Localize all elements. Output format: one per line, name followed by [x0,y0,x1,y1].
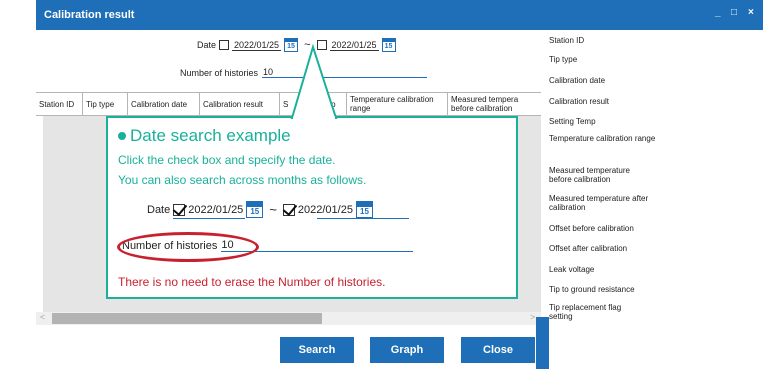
callout-pointer [290,43,338,120]
